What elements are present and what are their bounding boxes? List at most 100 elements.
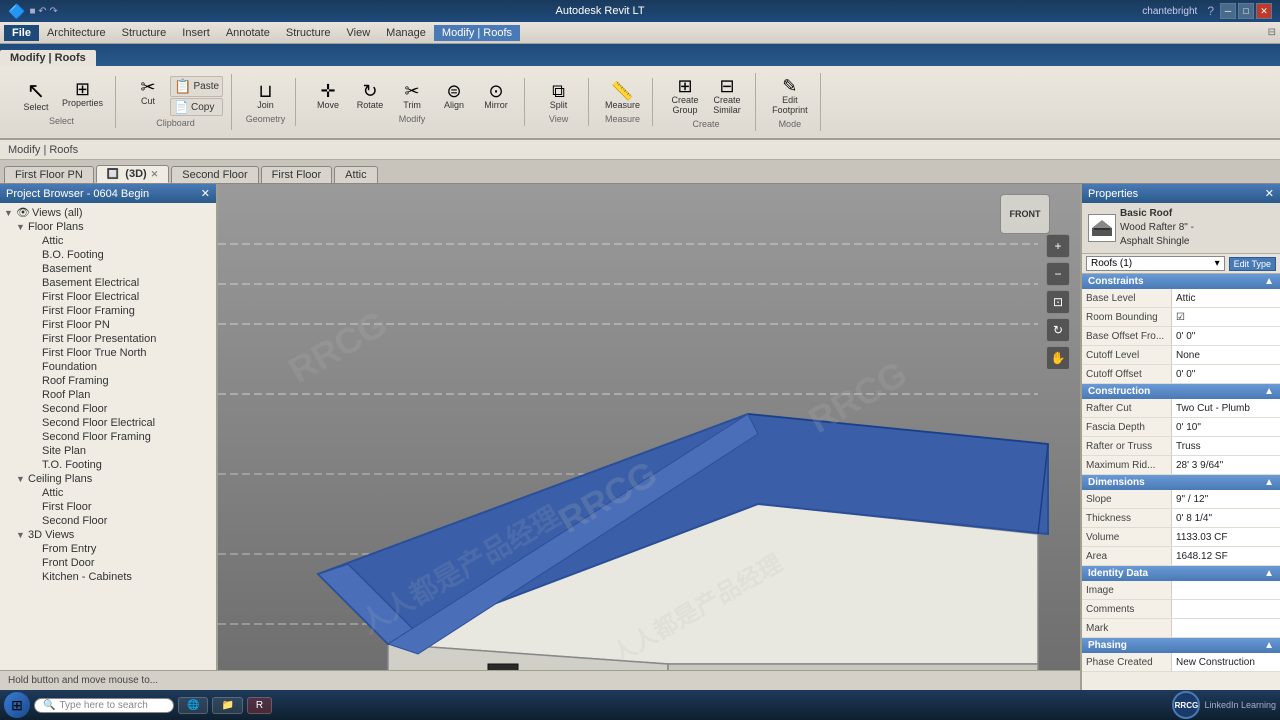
- tree-ceiling-plans[interactable]: ▼ Ceiling Plans: [2, 472, 214, 486]
- edit-type-btn[interactable]: Edit Type: [1229, 257, 1276, 271]
- tree-site-plan[interactable]: Site Plan: [2, 444, 214, 458]
- browser-close-btn[interactable]: ✕: [201, 187, 210, 200]
- tree-second-floor-framing[interactable]: Second Floor Framing: [2, 430, 214, 444]
- mirror-btn[interactable]: ⊙ Mirror: [476, 80, 516, 112]
- menu-insert[interactable]: Insert: [174, 25, 218, 41]
- tree-roof-plan[interactable]: Roof Plan: [2, 388, 214, 402]
- menu-structure2[interactable]: Structure: [278, 25, 339, 41]
- zoom-fit-btn[interactable]: ⊡: [1046, 290, 1070, 314]
- prop-thickness: Thickness 0' 8 1/4": [1082, 509, 1280, 528]
- tab-second-floor[interactable]: Second Floor: [171, 166, 258, 183]
- tree-3d-views[interactable]: ▼ 3D Views: [2, 528, 214, 542]
- prop-volume: Volume 1133.03 CF: [1082, 528, 1280, 547]
- cube-face-label: FRONT: [1000, 194, 1050, 234]
- menu-file[interactable]: File: [4, 25, 39, 41]
- split-btn[interactable]: ⧉ Split: [539, 80, 579, 112]
- help-btn[interactable]: ?: [1207, 4, 1214, 18]
- menu-manage[interactable]: Manage: [378, 25, 434, 41]
- prop-base-offset: Base Offset Fro... 0' 0": [1082, 327, 1280, 346]
- menu-structure[interactable]: Structure: [114, 25, 175, 41]
- tree-floor-plans[interactable]: ▼ Floor Plans: [2, 220, 214, 234]
- tree-roof-framing[interactable]: Roof Framing: [2, 374, 214, 388]
- canvas-area[interactable]: 18'-1'-0" 18'-1'-0" RRCG RRCG RRCG 人人都是产…: [218, 184, 1080, 720]
- tree-basement[interactable]: Basement: [2, 262, 214, 276]
- tree-views[interactable]: ▼ 👁 Views (all): [2, 205, 214, 220]
- tree-ceiling-attic[interactable]: Attic: [2, 486, 214, 500]
- section-identity[interactable]: Identity Data ▲: [1082, 566, 1280, 581]
- search-box[interactable]: 🔍 Type here to search: [34, 698, 174, 713]
- menu-modify-roofs[interactable]: Modify | Roofs: [434, 25, 520, 41]
- tree-second-floor-elec[interactable]: Second Floor Electrical: [2, 416, 214, 430]
- create-similar-btn[interactable]: ⊟ CreateSimilar: [707, 75, 747, 117]
- rrcg-logo: RRCG LinkedIn Learning: [1172, 691, 1276, 719]
- taskbar-folder-btn[interactable]: 📁: [212, 697, 242, 714]
- measure-btn[interactable]: 📏 Measure: [601, 80, 644, 112]
- tree-ceiling-second[interactable]: Second Floor: [2, 514, 214, 528]
- tab-first-floor-pn[interactable]: First Floor PN: [4, 166, 94, 183]
- section-dimensions[interactable]: Dimensions ▲: [1082, 475, 1280, 490]
- search-placeholder: Type here to search: [59, 700, 147, 711]
- tree-front-door[interactable]: Front Door: [2, 556, 214, 570]
- tree-bo-footing[interactable]: B.O. Footing: [2, 248, 214, 262]
- paste-btn[interactable]: 📋Paste: [170, 76, 223, 97]
- select-btn[interactable]: ↖ Select: [16, 78, 56, 114]
- tree-second-floor[interactable]: Second Floor: [2, 402, 214, 416]
- tree-first-floor-true-north[interactable]: First Floor True North: [2, 346, 214, 360]
- create-group-btn[interactable]: ⊞ CreateGroup: [665, 75, 705, 117]
- type-name: Basic Roof: [1120, 207, 1194, 221]
- user-name: chantebright: [1142, 6, 1197, 17]
- maximize-btn[interactable]: □: [1238, 3, 1254, 19]
- roof-icon: [1090, 216, 1114, 240]
- type-dropdown[interactable]: Roofs (1) ▾: [1086, 256, 1225, 271]
- close-tab-3d[interactable]: ✕: [151, 169, 159, 180]
- rotate-view-btn[interactable]: ↻: [1046, 318, 1070, 342]
- tree-to-footing[interactable]: T.O. Footing: [2, 458, 214, 472]
- edit-footprint-btn[interactable]: ✎ EditFootprint: [768, 75, 812, 117]
- tree-foundation[interactable]: Foundation: [2, 360, 214, 374]
- section-construction[interactable]: Construction ▲: [1082, 384, 1280, 399]
- browser-content[interactable]: ▼ 👁 Views (all) ▼ Floor Plans Attic B.O.…: [0, 203, 216, 720]
- menu-view[interactable]: View: [339, 25, 379, 41]
- prop-phase-created: Phase Created New Construction: [1082, 653, 1280, 672]
- trim-btn[interactable]: ✂ Trim: [392, 80, 432, 112]
- close-btn[interactable]: ✕: [1256, 3, 1272, 19]
- tab-first-floor[interactable]: First Floor: [261, 166, 333, 183]
- tree-from-entry[interactable]: From Entry: [2, 542, 214, 556]
- properties-btn[interactable]: ⊞ Properties: [58, 78, 107, 114]
- move-btn[interactable]: ✛ Move: [308, 80, 348, 112]
- tree-basement-elec[interactable]: Basement Electrical: [2, 276, 214, 290]
- menu-annotate[interactable]: Annotate: [218, 25, 278, 41]
- tree-first-floor-framing[interactable]: First Floor Framing: [2, 304, 214, 318]
- tree-first-floor-pn[interactable]: First Floor PN: [2, 318, 214, 332]
- tree-first-floor-presentation[interactable]: First Floor Presentation: [2, 332, 214, 346]
- minimize-btn[interactable]: ─: [1220, 3, 1236, 19]
- align-btn[interactable]: ⊜ Align: [434, 80, 474, 112]
- title-bar: 🔷 ■ ↶ ↷ Autodesk Revit LT chantebright ?…: [0, 0, 1280, 22]
- taskbar: ⊞ 🔍 Type here to search 🌐 📁 R RRCG Linke…: [0, 690, 1280, 720]
- tree-kitchen-cabinets[interactable]: Kitchen - Cabinets: [2, 570, 214, 584]
- zoom-in-btn[interactable]: +: [1046, 234, 1070, 258]
- taskbar-revit-btn[interactable]: R: [247, 697, 272, 714]
- prop-cutoff-offset: Cutoff Offset 0' 0": [1082, 365, 1280, 384]
- zoom-out-btn[interactable]: −: [1046, 262, 1070, 286]
- section-phasing[interactable]: Phasing ▲: [1082, 638, 1280, 653]
- start-button[interactable]: ⊞: [4, 692, 30, 718]
- menu-architecture[interactable]: Architecture: [39, 25, 114, 41]
- taskbar-web-btn[interactable]: 🌐: [178, 697, 208, 714]
- cut-btn[interactable]: ✂ Cut: [128, 76, 168, 116]
- tree-attic[interactable]: Attic: [2, 234, 214, 248]
- pan-btn[interactable]: ✋: [1046, 346, 1070, 370]
- tree-ceiling-first[interactable]: First Floor: [2, 500, 214, 514]
- tab-3d[interactable]: 🔲 (3D) ✕: [96, 165, 169, 183]
- join-btn[interactable]: ⊔ Join: [246, 80, 286, 112]
- tab-attic[interactable]: Attic: [334, 166, 377, 183]
- copy-btn[interactable]: 📄Copy: [170, 98, 223, 116]
- prop-max-ridge: Maximum Rid... 28' 3 9/64": [1082, 456, 1280, 475]
- ribbon-group-clipboard: ✂ Cut 📋Paste 📄Copy Clipboard: [120, 74, 232, 130]
- props-close-btn[interactable]: ✕: [1265, 187, 1274, 200]
- section-constraints[interactable]: Constraints ▲: [1082, 274, 1280, 289]
- rotate-btn[interactable]: ↻ Rotate: [350, 80, 390, 112]
- search-icon: 🔍: [43, 700, 55, 711]
- tree-first-floor-elec[interactable]: First Floor Electrical: [2, 290, 214, 304]
- room-bounding-checkbox[interactable]: ☑: [1176, 312, 1185, 323]
